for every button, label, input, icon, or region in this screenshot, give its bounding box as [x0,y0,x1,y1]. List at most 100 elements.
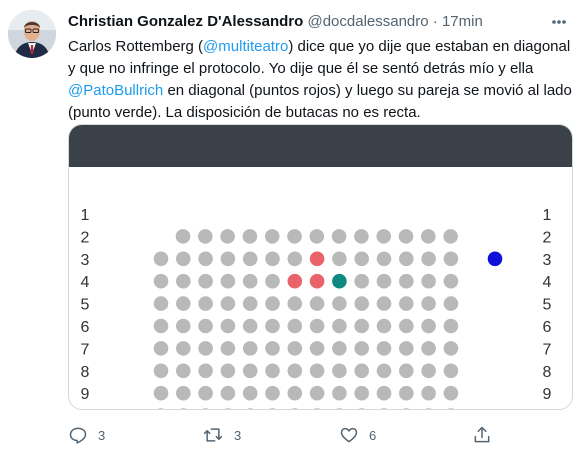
seat [421,385,436,401]
seat [198,341,213,356]
seat [265,251,280,267]
seat [398,229,414,244]
seat-red [309,251,325,267]
seat [264,229,280,244]
seat [380,408,388,409]
seat [376,385,392,401]
seat [176,296,191,311]
stage-bar [69,125,572,167]
seat [198,318,213,334]
seat [443,341,459,356]
tweet-text-part: Carlos Rottemberg ( [68,38,204,55]
row-label-right: 7 [543,341,552,358]
seat [198,363,213,379]
seat [354,341,370,356]
seat [242,341,258,356]
seat [309,296,325,311]
seat [198,385,213,401]
seat [153,341,169,356]
seat [242,251,258,267]
seat [443,296,459,311]
seat [332,341,347,356]
seat [175,229,191,244]
seat [421,363,436,379]
seat [354,229,369,244]
seat [265,318,280,334]
seat [153,318,169,334]
seat [354,296,370,311]
seat [153,296,169,311]
like-count: 6 [369,427,377,443]
seat [443,229,458,244]
row-label-left: 4 [81,274,90,291]
seat [421,251,436,267]
seat [291,408,298,409]
seat [421,296,436,311]
row-label-left: 6 [81,319,90,336]
author-name[interactable]: Christian Gonzalez D'Alessandro [68,13,303,30]
seat [443,385,459,401]
seat [443,251,459,267]
seat [332,385,347,401]
seat [287,318,303,334]
timestamp[interactable]: 17min [442,13,483,30]
seat [447,408,455,409]
seat [421,273,436,289]
retweet-button[interactable]: 3 [202,424,241,446]
seat [399,273,414,289]
mention-link[interactable]: @multiteatro [203,38,288,55]
share-button[interactable] [472,424,492,446]
seating-chart-image: 1 1 2 2 3 3 4 4 5 5 6 6 7 7 8 8 9 9 10 10 [69,125,572,410]
seat [399,363,414,379]
seat [242,273,258,289]
seat [443,318,459,334]
seat [224,408,232,409]
seat [220,385,236,401]
seats [153,229,503,409]
avatar[interactable] [8,10,56,58]
seat [354,251,370,267]
mention-link[interactable]: @PatoBullrich [68,82,163,99]
seat [265,363,280,379]
row-label-right: 4 [543,274,552,291]
tweet: Christian Gonzalez D'Alessandro @docdale… [0,0,586,453]
row-label-left: 9 [81,386,90,403]
seat [313,408,321,409]
like-button[interactable]: 6 [339,424,376,446]
tweet-image[interactable]: 1 1 2 2 3 3 4 4 5 5 6 6 7 7 8 8 9 9 10 10 [68,124,573,410]
seat [176,363,191,379]
seat [443,273,459,289]
seat [376,363,392,379]
reply-button[interactable]: 3 [68,424,105,446]
seat [153,363,169,379]
seat [399,341,414,356]
tweet-actions: 3 3 6 [68,424,573,446]
row-label-right: 10 [538,409,556,410]
seat [331,229,347,244]
row-label-right: 8 [543,364,552,381]
seat [403,408,410,409]
seat [220,363,236,379]
seat [265,273,280,289]
seat [309,341,325,356]
row-label-left: 7 [81,341,90,358]
seat [198,296,213,311]
seat [421,341,436,356]
row-label-left: 2 [81,229,90,246]
seat [242,229,258,244]
row-label-right: 6 [543,319,552,336]
author-handle[interactable]: @docdalessandro [307,13,428,30]
seat [242,385,258,401]
seat [399,318,414,334]
seat [287,363,303,379]
row-label-left: 5 [81,297,90,314]
seat [358,408,365,409]
reply-count: 3 [98,427,106,443]
seat [202,408,209,409]
share-icon [474,426,490,443]
seat [425,408,432,409]
more-options-button[interactable] [544,10,574,34]
row-label-right: 9 [543,386,552,403]
seat [242,363,258,379]
row-label-left: 8 [81,364,90,381]
